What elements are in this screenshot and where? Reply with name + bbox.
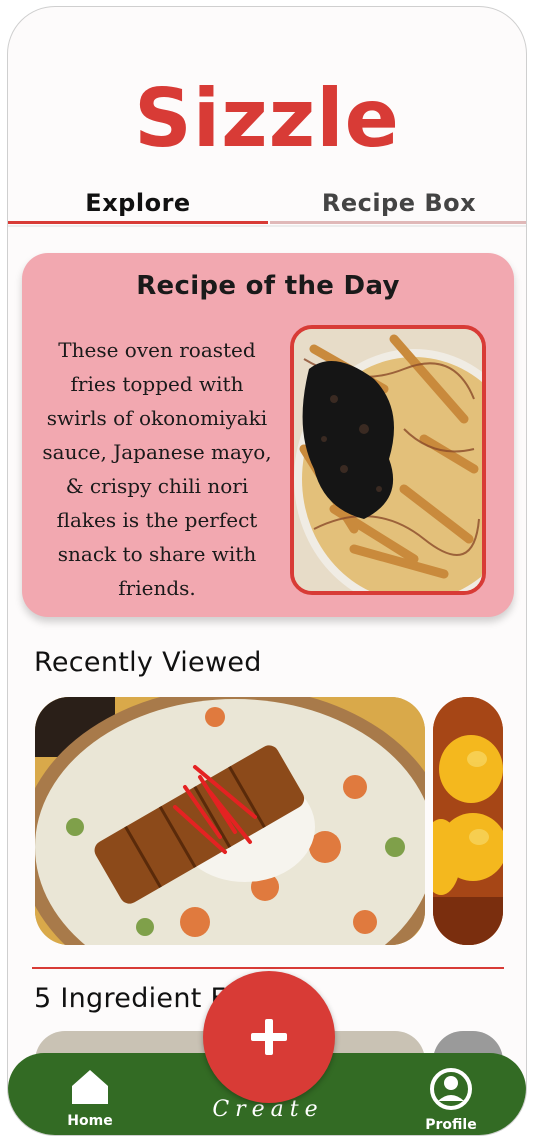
description-line: flakes is the perfect xyxy=(56,508,258,532)
description-line: sauce, Japanese mayo, xyxy=(42,440,272,464)
five-ingredient-heading: 5 Ingredient F xyxy=(34,983,227,1014)
description-line: swirls of okonomiyaki xyxy=(46,406,268,430)
soy-marinated-eggs-photo xyxy=(433,697,503,945)
recipe-of-the-day-description: These oven roasted fries topped with swi… xyxy=(42,333,272,605)
plus-icon xyxy=(251,1019,287,1055)
app-title: Sizzle xyxy=(134,72,400,165)
description-line: These oven roasted xyxy=(58,338,256,362)
recipe-of-the-day-heading: Recipe of the Day xyxy=(136,271,400,301)
okonomiyaki-fries-photo[interactable] xyxy=(290,325,486,595)
description-line: fries topped with xyxy=(70,372,244,396)
recently-viewed-heading: Recently Viewed xyxy=(34,647,262,678)
tab-bar: Explore Recipe Box xyxy=(8,185,526,225)
nav-profile-button[interactable]: Profile xyxy=(418,1067,484,1133)
home-icon xyxy=(72,1070,108,1104)
recently-viewed-item[interactable] xyxy=(35,697,425,945)
tab-divider xyxy=(8,225,526,227)
description-line: friends. xyxy=(118,576,196,600)
tab-recipe-box[interactable]: Recipe Box xyxy=(270,185,526,224)
nav-home-button[interactable]: Home xyxy=(58,1067,122,1129)
tab-explore[interactable]: Explore xyxy=(8,185,268,224)
create-button[interactable] xyxy=(203,971,335,1103)
recently-viewed-item[interactable] xyxy=(433,697,503,945)
recipe-of-the-day-card[interactable]: Recipe of the Day These oven roasted fri… xyxy=(22,253,514,617)
phone-frame: Sizzle Explore Recipe Box Recipe of the … xyxy=(7,6,527,1136)
section-divider xyxy=(32,967,504,969)
profile-icon xyxy=(430,1068,472,1110)
nav-profile-label: Profile xyxy=(425,1117,477,1133)
nav-home-label: Home xyxy=(67,1113,113,1129)
description-line: & crispy chili nori xyxy=(65,474,249,498)
katsu-curry-rice-photo xyxy=(35,697,425,945)
description-line: snack to share with xyxy=(57,542,257,566)
